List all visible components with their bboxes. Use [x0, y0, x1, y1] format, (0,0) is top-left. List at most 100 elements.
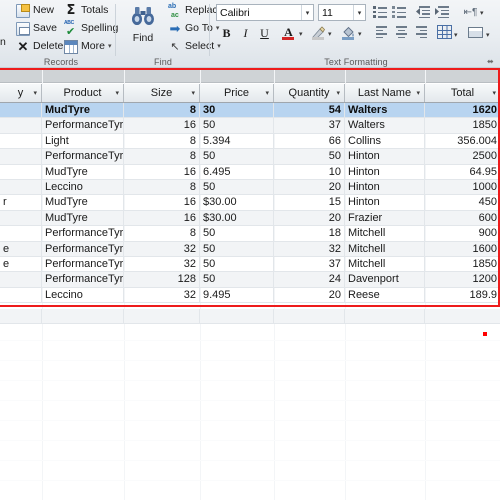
cell-product[interactable]: MudTyre — [42, 164, 124, 180]
cell-total[interactable]: 189.9 — [425, 288, 500, 303]
cell-size[interactable]: 16 — [124, 118, 200, 134]
cell-quantity[interactable]: 20 — [274, 287, 345, 304]
table-row[interactable]: e PerformanceTyr 32 50 37 Mitchell 1850 — [0, 256, 500, 273]
column-header-partial-left[interactable]: y ▾ — [0, 84, 42, 102]
cell-price[interactable]: 5.394 — [200, 133, 274, 150]
cell-product[interactable]: Leccino — [42, 179, 124, 196]
cell-price[interactable]: 50 — [200, 118, 274, 134]
cell-product[interactable]: Leccino — [42, 287, 124, 304]
column-header-product[interactable]: Product ▾ — [42, 84, 124, 102]
column-header-total[interactable]: Total ▾ — [425, 84, 500, 102]
cell-product[interactable]: PerformanceTyr — [42, 241, 124, 257]
chevron-down-icon[interactable]: ▾ — [454, 31, 458, 39]
chevron-down-icon[interactable]: ▾ — [416, 84, 420, 102]
cell-size[interactable]: 16 — [124, 195, 200, 211]
cell-last-name[interactable]: Walters — [345, 103, 425, 119]
table-row[interactable]: Light 8 5.394 66 Collins 356.004 — [0, 133, 500, 150]
column-header-last-name[interactable]: Last Name ▾ — [345, 84, 425, 102]
chevron-down-icon[interactable]: ▾ — [299, 30, 303, 38]
cell-total[interactable]: 1600 — [425, 242, 500, 257]
table-row[interactable]: MudTyre 16 $30.00 20 Frazier 600 — [0, 210, 500, 227]
cell-partial-left[interactable] — [0, 103, 42, 119]
align-left-button[interactable] — [373, 25, 390, 40]
cell-last-name[interactable]: Hinton — [345, 149, 425, 165]
cell-total[interactable]: 1620 — [425, 103, 500, 118]
new-record-row[interactable] — [0, 309, 500, 325]
more-records-button[interactable]: More ▾ — [64, 38, 111, 55]
cell-size[interactable]: 16 — [124, 164, 200, 180]
table-row[interactable]: PerformanceTyr 8 50 18 Mitchell 900 — [0, 226, 500, 242]
new-cell[interactable] — [200, 309, 274, 325]
font-size-combo[interactable]: 11 ▾ — [318, 4, 366, 21]
align-center-button[interactable] — [393, 25, 410, 40]
bulleted-list-button[interactable] — [373, 5, 389, 19]
cell-total[interactable]: 1850 — [425, 118, 500, 133]
find-button[interactable]: Find — [120, 6, 166, 44]
cell-quantity[interactable]: 10 — [274, 164, 345, 180]
cell-total[interactable]: 600 — [425, 211, 500, 226]
chevron-down-icon[interactable]: ▾ — [328, 30, 332, 38]
table-row[interactable]: e PerformanceTyr 32 50 32 Mitchell 1600 — [0, 241, 500, 257]
underline-button[interactable]: U — [256, 25, 273, 42]
cell-size[interactable]: 8 — [124, 103, 200, 119]
chevron-down-icon[interactable]: ▾ — [265, 84, 269, 102]
cell-partial-left[interactable] — [0, 118, 42, 134]
datasheet-rows[interactable]: MudTyre 8 30 54 Walters 1620 PerformanceTyr 16 5… — [0, 103, 500, 304]
cell-total[interactable]: 1200 — [425, 272, 500, 287]
cell-quantity[interactable]: 50 — [274, 149, 345, 165]
cell-total[interactable]: 2500 — [425, 149, 500, 164]
cell-partial-left[interactable] — [0, 226, 42, 242]
chevron-down-icon[interactable]: ▾ — [108, 38, 112, 55]
cell-partial-left[interactable]: e — [0, 256, 42, 273]
cell-product[interactable]: MudTyre — [42, 195, 124, 211]
cell-partial-left[interactable] — [0, 287, 42, 304]
cell-product[interactable]: MudTyre — [42, 210, 124, 227]
cell-last-name[interactable]: Walters — [345, 118, 425, 134]
cell-last-name[interactable]: Hinton — [345, 164, 425, 180]
cell-last-name[interactable]: Mitchell — [345, 226, 425, 242]
chevron-down-icon[interactable]: ▾ — [336, 84, 340, 102]
new-cell[interactable] — [0, 309, 42, 325]
table-row[interactable]: PerformanceTyr 128 50 24 Davenport 1200 — [0, 272, 500, 288]
cell-product[interactable]: PerformanceTyr — [42, 256, 124, 273]
cell-total[interactable]: 450 — [425, 195, 500, 210]
chevron-down-icon[interactable]: ▾ — [358, 30, 362, 38]
cell-last-name[interactable]: Hinton — [345, 179, 425, 196]
cell-last-name[interactable]: Mitchell — [345, 241, 425, 257]
cell-size[interactable]: 128 — [124, 272, 200, 288]
cell-partial-left[interactable] — [0, 210, 42, 227]
dialog-launcher-icon[interactable]: ⬌ — [487, 57, 496, 66]
new-cell[interactable] — [274, 309, 345, 325]
save-record-button[interactable]: Save — [16, 20, 57, 37]
cell-price[interactable]: 30 — [200, 103, 274, 119]
column-header-price[interactable]: Price ▾ — [200, 84, 274, 102]
cell-quantity[interactable]: 37 — [274, 118, 345, 134]
cell-quantity[interactable]: 54 — [274, 103, 345, 119]
datasheet-grid[interactable]: y ▾ Product ▾ Size ▾ Price ▾ Quantity ▾ … — [0, 70, 500, 500]
cell-total[interactable]: 356.004 — [425, 134, 500, 149]
cell-quantity[interactable]: 24 — [274, 272, 345, 288]
table-row[interactable]: PerformanceTyr 8 50 50 Hinton 2500 — [0, 149, 500, 165]
spelling-button[interactable]: Spelling — [64, 20, 118, 38]
chevron-down-icon[interactable]: ▾ — [480, 9, 484, 17]
cell-product[interactable]: PerformanceTyr — [42, 149, 124, 165]
cell-size[interactable]: 8 — [124, 226, 200, 242]
cell-last-name[interactable]: Frazier — [345, 210, 425, 227]
cell-price[interactable]: 9.495 — [200, 287, 274, 304]
cell-product[interactable]: MudTyre — [42, 103, 124, 119]
column-header-quantity[interactable]: Quantity ▾ — [274, 84, 345, 102]
cell-quantity[interactable]: 20 — [274, 179, 345, 196]
cell-product[interactable]: Light — [42, 133, 124, 150]
background-color-button[interactable] — [340, 24, 357, 41]
increase-indent-button[interactable] — [435, 5, 452, 20]
text-highlight-button[interactable] — [310, 24, 327, 41]
cell-quantity[interactable]: 37 — [274, 256, 345, 273]
alternate-row-color-button[interactable] — [468, 27, 483, 38]
cell-quantity[interactable]: 66 — [274, 133, 345, 150]
chevron-down-icon[interactable]: ▾ — [486, 31, 490, 39]
cell-last-name[interactable]: Collins — [345, 133, 425, 150]
align-right-button[interactable] — [413, 25, 430, 40]
cell-price[interactable]: 50 — [200, 241, 274, 257]
cell-partial-left[interactable]: r — [0, 195, 42, 211]
new-record-button[interactable]: New — [16, 2, 54, 19]
